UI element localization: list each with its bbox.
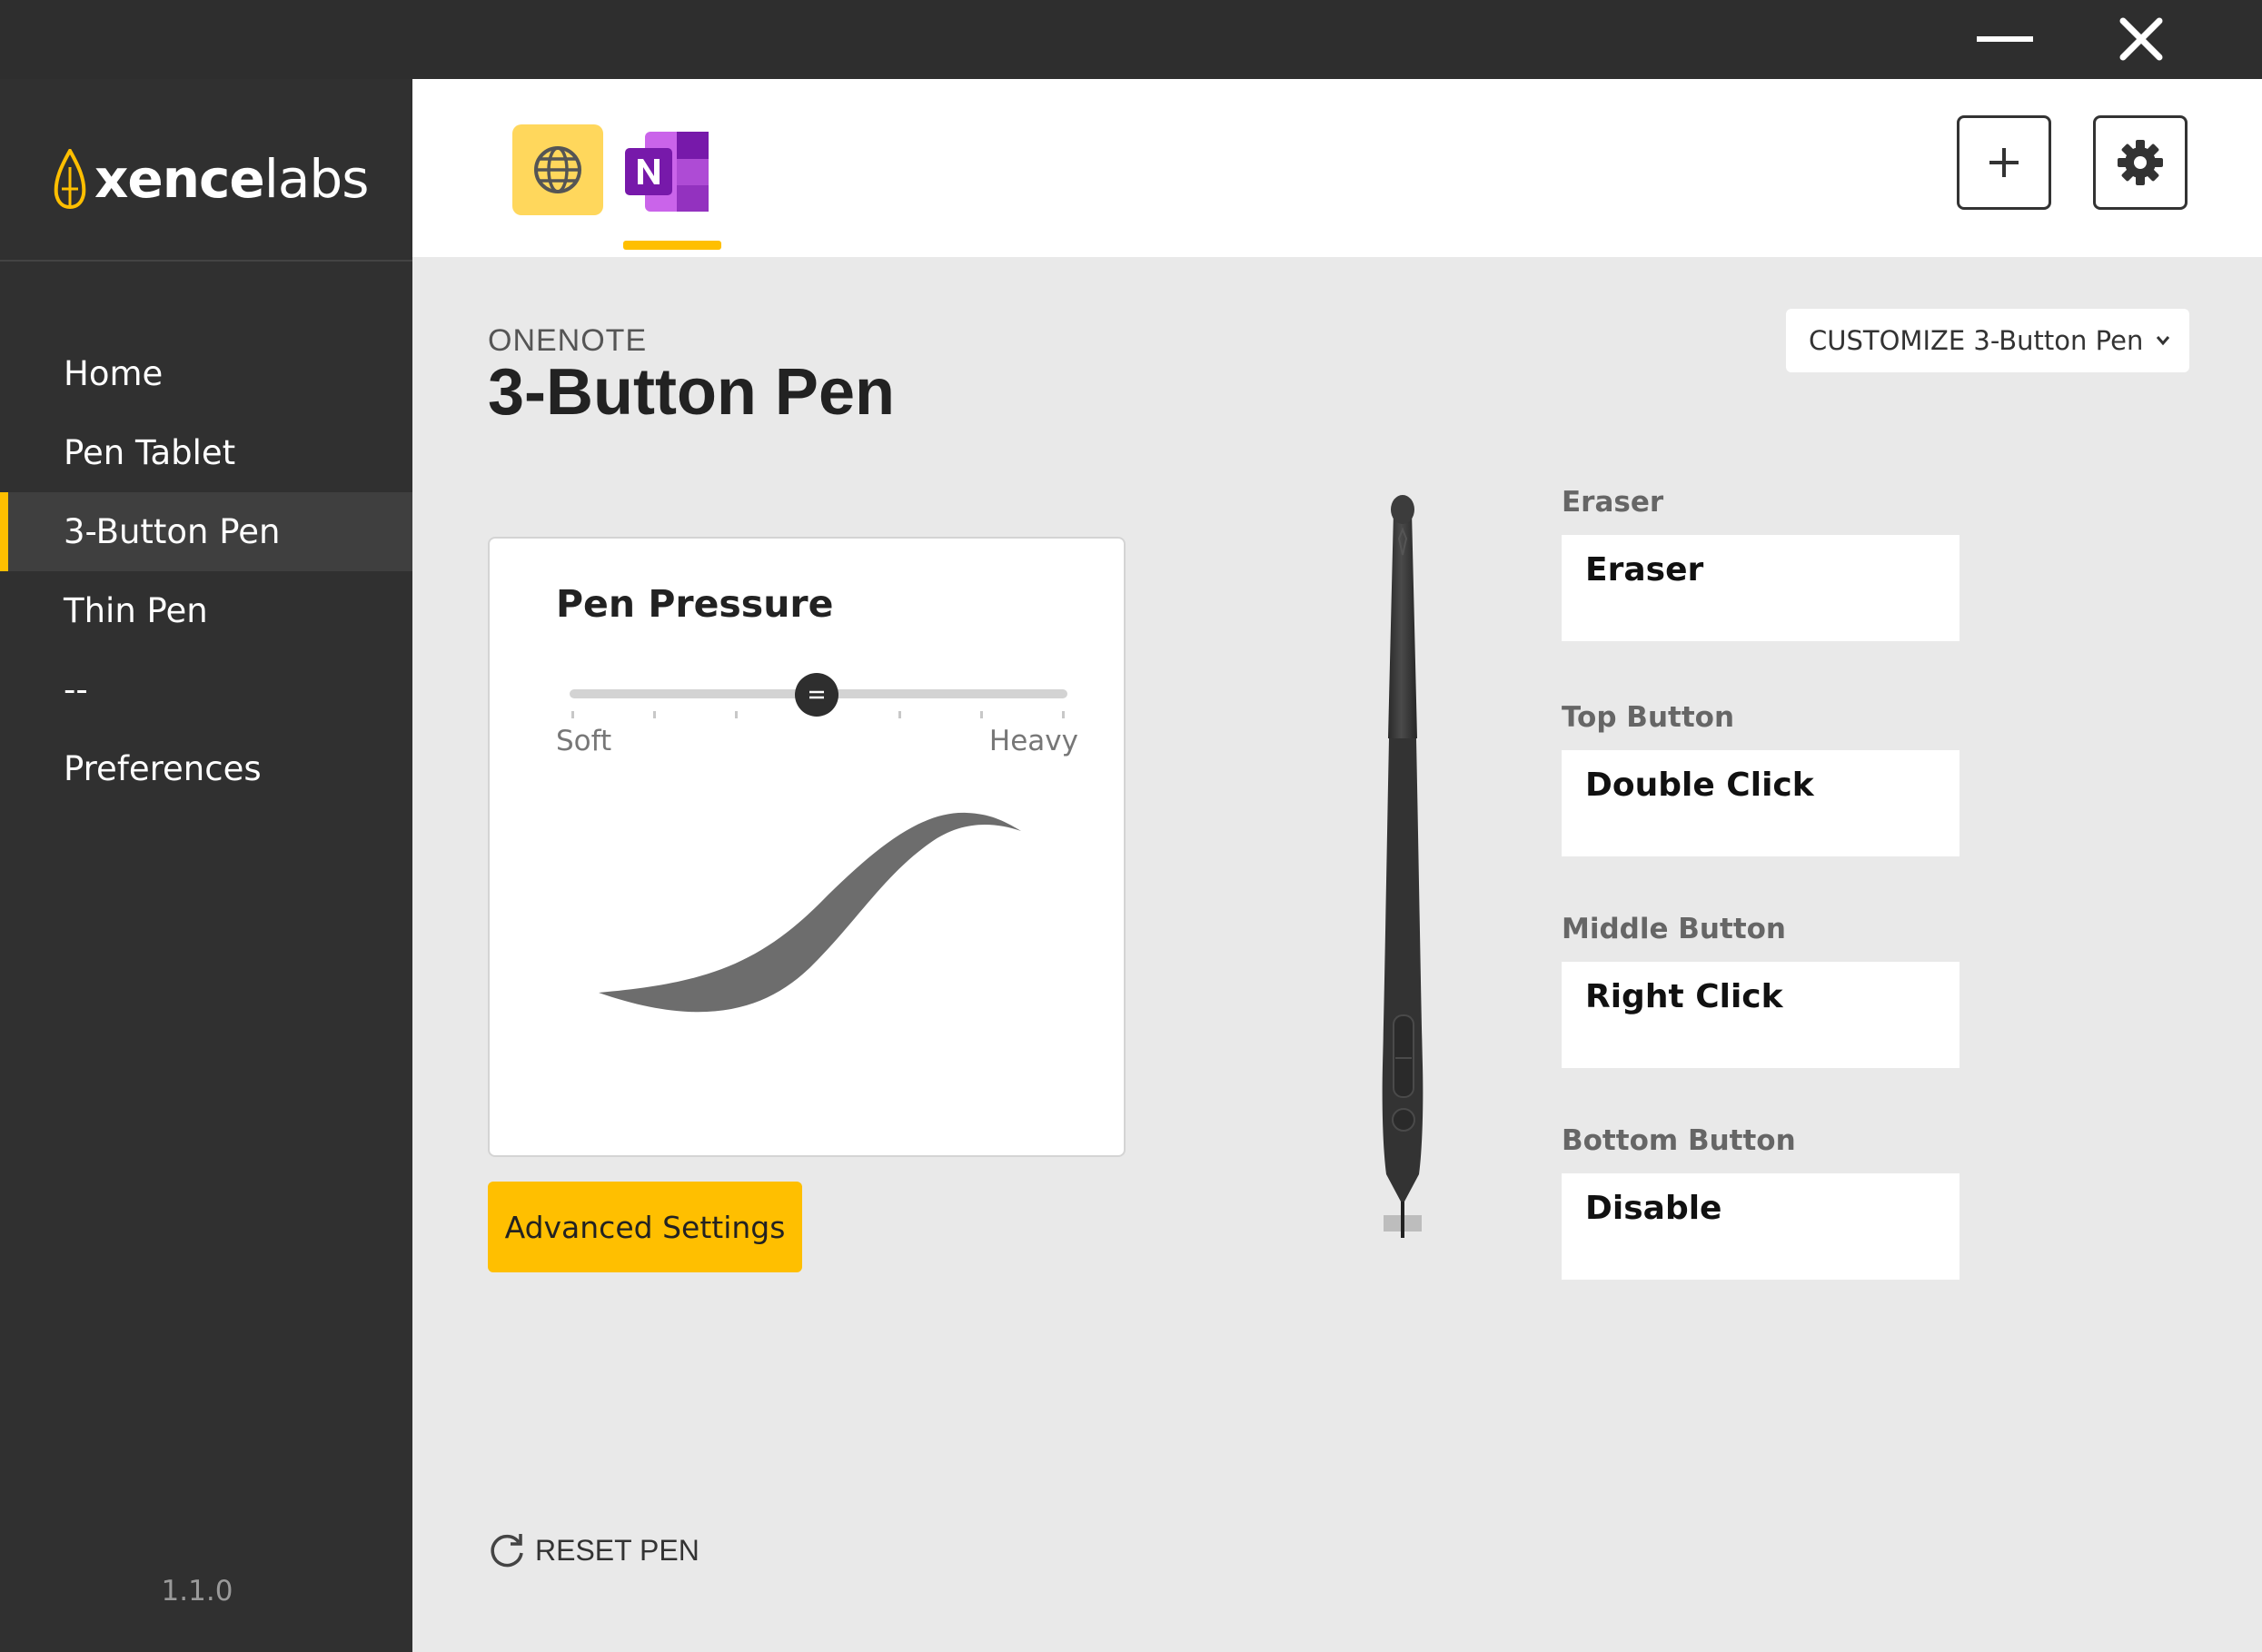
minimize-button[interactable] <box>1969 9 2041 69</box>
pen-pressure-title: Pen Pressure <box>556 582 834 626</box>
slider-tick <box>1062 711 1065 718</box>
chevron-down-icon <box>2157 336 2170 346</box>
sidebar-item-3-button-pen[interactable]: 3-Button Pen <box>0 492 412 571</box>
soft-label: Soft <box>556 725 612 757</box>
eraser-label: Eraser <box>1562 486 1664 519</box>
middle-button-label: Middle Button <box>1562 913 1787 945</box>
customize-label: CUSTOMIZE 3-Button Pen <box>1809 325 2144 356</box>
minimize-icon <box>1977 36 2033 42</box>
sidebar-divider <box>0 260 412 262</box>
top-button-label: Top Button <box>1562 701 1735 734</box>
sidebar-item-home[interactable]: Home <box>0 334 412 413</box>
middle-button-setting: Middle Button Right Click <box>1562 913 1959 1068</box>
reset-pen-label: RESET PEN <box>535 1533 699 1567</box>
sidebar-nav: Home Pen Tablet 3-Button Pen Thin Pen --… <box>0 334 412 808</box>
eraser-setting: Eraser Eraser <box>1562 486 1959 641</box>
grip-icon <box>809 690 824 699</box>
brand-logo[interactable]: xencelabs <box>53 143 369 215</box>
top-button-setting: Top Button Double Click <box>1562 701 1959 856</box>
app-bar <box>412 79 2262 257</box>
close-icon <box>2119 17 2163 61</box>
pressure-curve <box>599 812 1021 1013</box>
sidebar-item-label: Home <box>64 354 164 393</box>
sidebar-item-label: Thin Pen <box>64 591 208 630</box>
pressure-slider-thumb[interactable] <box>795 673 838 717</box>
plus-icon <box>1989 148 2019 177</box>
middle-button-action-field[interactable]: Right Click <box>1562 962 1959 1068</box>
app-tab-all-applications[interactable] <box>512 124 603 215</box>
advanced-settings-button[interactable]: Advanced Settings <box>488 1182 802 1272</box>
app-label: ONENOTE <box>488 323 648 358</box>
brand-name: xencelabs <box>94 148 369 210</box>
sidebar-item-placeholder[interactable]: -- <box>0 650 412 729</box>
close-button[interactable] <box>2105 9 2178 69</box>
sidebar-item-thin-pen[interactable]: Thin Pen <box>0 571 412 650</box>
reset-pen-button[interactable]: RESET PEN <box>488 1531 699 1569</box>
bottom-button-label: Bottom Button <box>1562 1124 1796 1157</box>
pen-illustration <box>1382 495 1424 1238</box>
sidebar-item-label: -- <box>64 670 88 709</box>
top-button-action-field[interactable]: Double Click <box>1562 750 1959 856</box>
main-content: ONENOTE 3-Button Pen CUSTOMIZE 3-Button … <box>412 257 2262 1652</box>
pen-pressure-card: Pen Pressure Soft Heavy <box>488 537 1126 1157</box>
page-title: 3-Button Pen <box>488 356 895 429</box>
title-bar <box>0 0 2262 79</box>
customize-dropdown[interactable]: CUSTOMIZE 3-Button Pen <box>1786 309 2189 372</box>
version-label: 1.1.0 <box>161 1575 233 1607</box>
sidebar-item-label: Preferences <box>64 749 262 788</box>
app-tab-onenote[interactable] <box>623 126 714 217</box>
slider-tick <box>735 711 738 718</box>
sidebar-item-preferences[interactable]: Preferences <box>0 729 412 808</box>
eraser-action-field[interactable]: Eraser <box>1562 535 1959 641</box>
slider-tick <box>653 711 656 718</box>
gear-icon <box>2118 140 2163 185</box>
onenote-icon <box>625 132 709 212</box>
selected-app-indicator <box>623 241 721 250</box>
slider-tick <box>898 711 901 718</box>
slider-tick <box>571 711 574 718</box>
sidebar-item-label: 3-Button Pen <box>64 512 281 551</box>
bottom-button-action-field[interactable]: Disable <box>1562 1173 1959 1280</box>
settings-button[interactable] <box>2093 115 2188 210</box>
refresh-icon <box>491 1534 523 1568</box>
slider-tick <box>980 711 983 718</box>
add-application-button[interactable] <box>1957 115 2051 210</box>
heavy-label: Heavy <box>988 725 1078 757</box>
globe-icon <box>534 146 581 193</box>
xencelabs-flame-icon <box>54 149 86 209</box>
sidebar-item-label: Pen Tablet <box>64 433 236 472</box>
sidebar-item-pen-tablet[interactable]: Pen Tablet <box>0 413 412 492</box>
bottom-button-setting: Bottom Button Disable <box>1562 1124 1959 1280</box>
sidebar: xencelabs Home Pen Tablet 3-Button Pen T… <box>0 79 412 1652</box>
